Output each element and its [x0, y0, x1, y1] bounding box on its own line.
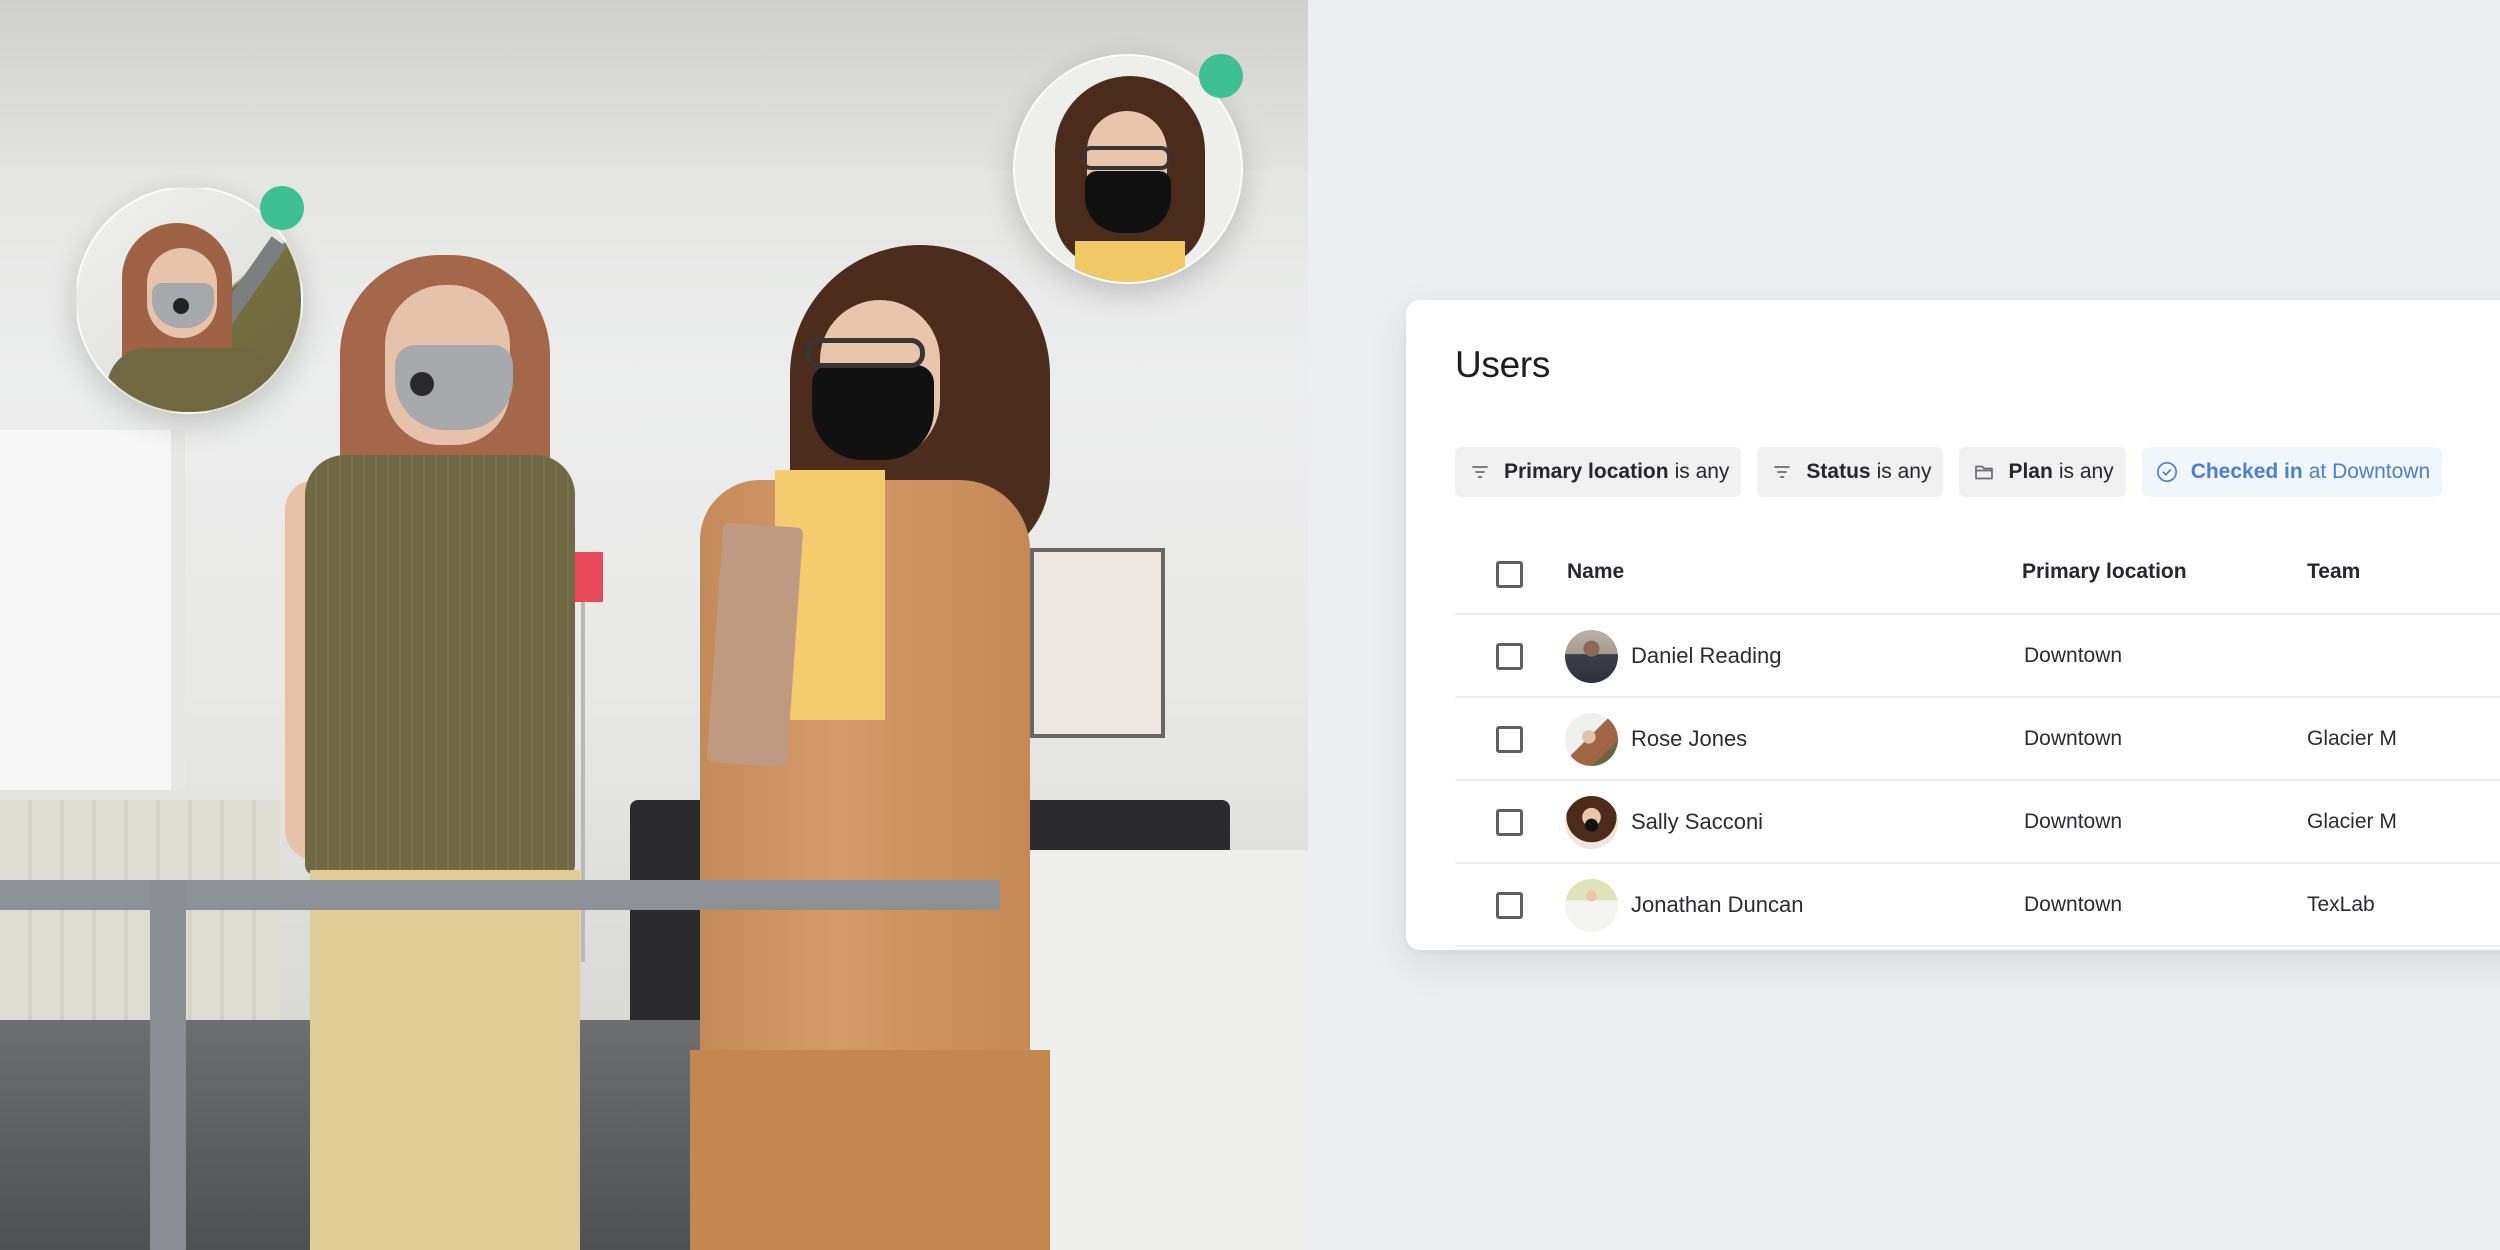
filter-icon [1771, 461, 1793, 483]
user-name[interactable]: Sally Sacconi [1631, 809, 1763, 835]
filter-field: Primary location [1504, 460, 1669, 483]
user-primary-location: Downtown [2024, 810, 2123, 833]
folder-icon [1973, 461, 1995, 483]
person-1-top [305, 455, 575, 875]
photo-window [0, 430, 185, 790]
user-primary-location: Downtown [2024, 727, 2123, 750]
filter-field: Plan [2008, 460, 2053, 483]
table-row[interactable]: Daniel Reading Downtown [1455, 615, 2500, 698]
person-2-pants [690, 1050, 1050, 1250]
filter-chip-plan[interactable]: Plan is any [1959, 447, 2126, 497]
user-primary-location: Downtown [2024, 644, 2123, 667]
photo-counter [1010, 850, 1308, 1250]
avatar [1565, 630, 1618, 683]
filter-bar: Primary location is any Status is any Pl… [1455, 447, 2443, 497]
table-row[interactable]: Sally Sacconi Downtown Glacier M [1455, 781, 2500, 864]
select-all-checkbox[interactable] [1496, 561, 1523, 588]
user-name[interactable]: Jonathan Duncan [1631, 892, 1803, 918]
filter-condition: is any [2058, 460, 2114, 483]
person-1-mask-valve [410, 372, 434, 396]
filter-condition: is any [1674, 460, 1730, 483]
online-status-dot [1199, 54, 1243, 98]
column-header-team[interactable]: Team [2307, 560, 2360, 584]
user-team: Glacier M [2307, 810, 2397, 833]
avatar [1565, 713, 1618, 766]
avatar [1565, 796, 1618, 849]
filter-field: Status [1806, 460, 1871, 483]
person-2-glasses [805, 338, 925, 368]
person-1-pants [310, 870, 580, 1250]
photo-wall-frame [1030, 548, 1165, 738]
user-name[interactable]: Rose Jones [1631, 726, 1747, 752]
user-primary-location: Downtown [2024, 893, 2123, 916]
stage: Users Primary location is any Status is … [0, 0, 2500, 1250]
table-row[interactable]: Jonathan Duncan Downtown TexLab [1455, 864, 2500, 947]
row-checkbox[interactable] [1496, 809, 1523, 836]
user-team: Glacier M [2307, 727, 2397, 750]
person-2-folder [706, 522, 804, 768]
column-header-primary-location[interactable]: Primary location [2022, 560, 2187, 584]
filter-chip-primary-location[interactable]: Primary location is any [1455, 447, 1742, 497]
photo-railing-post [150, 880, 186, 1250]
filter-chip-checked-in[interactable]: Checked in at Downtown [2141, 447, 2443, 497]
filter-condition: at Downtown [2308, 460, 2431, 483]
hero-photo [0, 0, 1308, 1250]
row-checkbox[interactable] [1496, 726, 1523, 753]
check-circle-icon [2156, 461, 2178, 483]
user-name[interactable]: Daniel Reading [1631, 643, 1781, 669]
filter-field: Checked in [2190, 460, 2303, 483]
user-team: TexLab [2307, 893, 2375, 916]
page-title: Users [1455, 344, 1551, 385]
users-card: Users Primary location is any Status is … [1406, 300, 2500, 950]
users-table: Name Primary location Team Daniel Readin… [1455, 530, 2500, 947]
online-status-dot [260, 186, 304, 230]
row-checkbox[interactable] [1496, 643, 1523, 670]
filter-condition: is any [1876, 460, 1932, 483]
avatar [1565, 879, 1618, 932]
table-row[interactable]: Rose Jones Downtown Glacier M [1455, 698, 2500, 781]
filter-chip-status[interactable]: Status is any [1757, 447, 1944, 497]
column-header-name[interactable]: Name [1567, 560, 1624, 584]
table-header: Name Primary location Team [1455, 530, 2500, 615]
row-checkbox[interactable] [1496, 892, 1523, 919]
person-2-mask [812, 365, 934, 460]
filter-icon [1469, 461, 1491, 483]
